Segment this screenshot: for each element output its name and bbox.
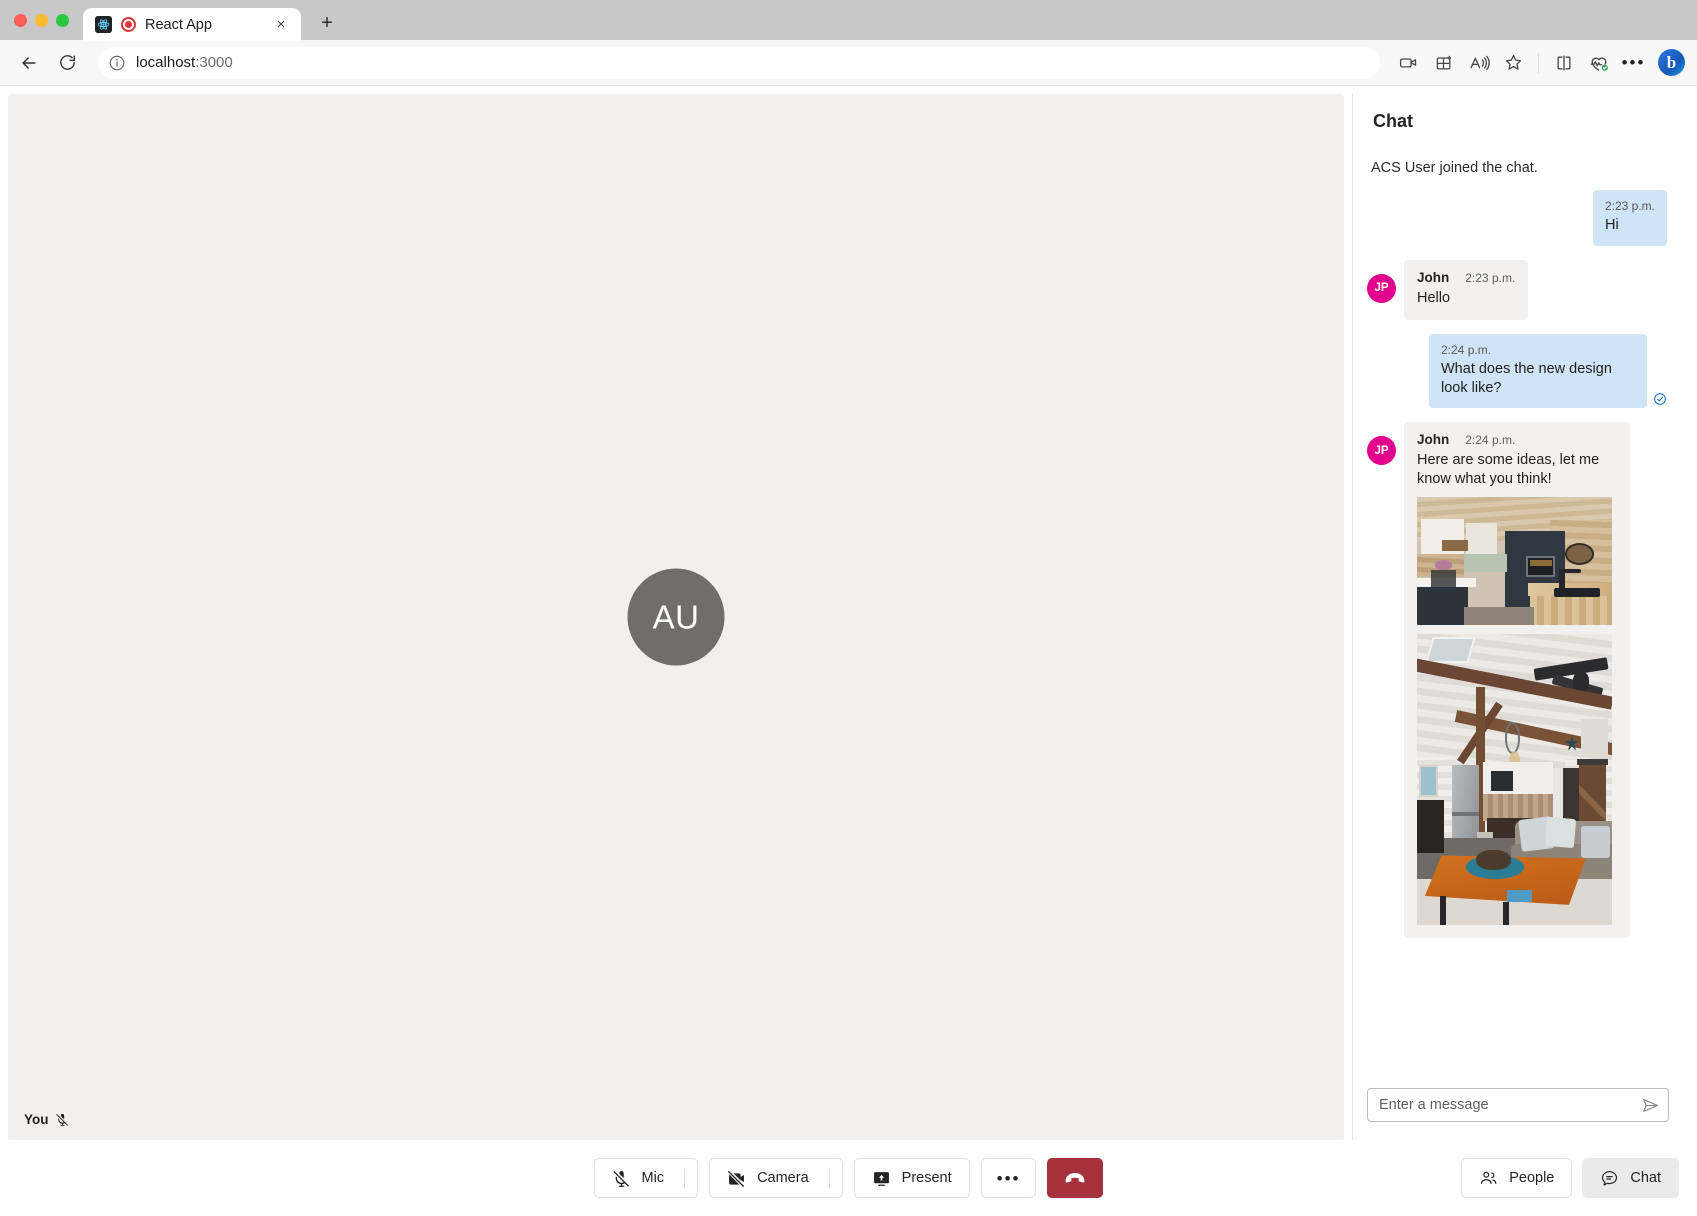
mic-button-label: Mic bbox=[642, 1170, 665, 1186]
browser-window: React App × + localhost:3000 bbox=[0, 0, 1697, 1216]
video-stage: AU You bbox=[8, 94, 1344, 1140]
avatar-initials: AU bbox=[653, 598, 700, 636]
camera-off-icon bbox=[727, 1169, 746, 1188]
chat-button-label: Chat bbox=[1630, 1170, 1661, 1186]
message-text: Hi bbox=[1605, 216, 1655, 235]
browser-titlebar: React App × + bbox=[0, 0, 1697, 40]
copilot-label: b bbox=[1667, 53, 1676, 73]
share-screen-icon bbox=[872, 1169, 891, 1188]
avatar: JP bbox=[1367, 274, 1396, 303]
record-dot-icon bbox=[121, 17, 136, 32]
message-input-wrapper[interactable] bbox=[1367, 1088, 1669, 1122]
mic-button-divider bbox=[684, 1169, 685, 1188]
message-meta: John 2:23 p.m. bbox=[1417, 270, 1515, 285]
message-row-incoming: JP John 2:23 p.m. Hello bbox=[1367, 260, 1667, 321]
message-sender: John bbox=[1417, 432, 1449, 447]
message-bubble[interactable]: John 2:24 p.m. Here are some ideas, let … bbox=[1404, 422, 1630, 938]
chat-composer bbox=[1353, 1078, 1689, 1140]
message-meta: John 2:24 p.m. bbox=[1417, 432, 1617, 447]
call-composite: AU You Chat ACS User joined the chat. bbox=[0, 86, 1697, 1140]
end-call-button[interactable] bbox=[1047, 1158, 1103, 1198]
avatar: JP bbox=[1367, 436, 1396, 465]
message-thread[interactable]: ACS User joined the chat. 2:23 p.m. Hi J… bbox=[1353, 138, 1689, 1078]
minimize-window-button[interactable] bbox=[35, 14, 48, 27]
message-text: Here are some ideas, let me know what yo… bbox=[1417, 451, 1617, 488]
browser-toolbar: localhost:3000 bbox=[0, 40, 1697, 86]
url-host: localhost bbox=[136, 54, 195, 71]
message-row-outgoing: 2:24 p.m. What does the new design look … bbox=[1367, 334, 1667, 408]
present-button[interactable]: Present bbox=[854, 1158, 970, 1198]
message-bubble[interactable]: 2:24 p.m. What does the new design look … bbox=[1429, 334, 1647, 408]
window-traffic-lights bbox=[14, 0, 83, 40]
message-bubble[interactable]: John 2:23 p.m. Hello bbox=[1404, 260, 1528, 321]
people-icon bbox=[1479, 1169, 1498, 1188]
avatar-initials: JP bbox=[1374, 282, 1388, 294]
read-aloud-icon[interactable] bbox=[1462, 46, 1495, 79]
message-text: Hello bbox=[1417, 289, 1515, 308]
modern-kitchen-photo[interactable] bbox=[1417, 497, 1612, 625]
avatar-initials: JP bbox=[1374, 445, 1388, 457]
camera-button[interactable]: Camera bbox=[709, 1158, 843, 1198]
chat-panel: Chat ACS User joined the chat. 2:23 p.m.… bbox=[1352, 94, 1689, 1140]
performance-heart-icon[interactable] bbox=[1582, 46, 1615, 79]
toolbar-divider bbox=[1538, 53, 1539, 73]
system-message: ACS User joined the chat. bbox=[1367, 160, 1667, 176]
message-text: What does the new design look like? bbox=[1441, 360, 1635, 397]
more-options-button[interactable]: ••• bbox=[981, 1158, 1037, 1198]
end-call-icon bbox=[1063, 1166, 1087, 1190]
message-timestamp: 2:24 p.m. bbox=[1441, 343, 1635, 357]
secondary-controls: People Chat bbox=[1461, 1158, 1679, 1198]
address-bar-url: localhost:3000 bbox=[136, 54, 233, 71]
call-control-bar: Mic Camera bbox=[0, 1140, 1697, 1216]
primary-controls: Mic Camera bbox=[594, 1158, 1104, 1198]
copilot-button[interactable]: b bbox=[1658, 49, 1685, 76]
page-content: AU You Chat ACS User joined the chat. bbox=[0, 86, 1697, 1216]
chat-panel-title: Chat bbox=[1353, 94, 1689, 138]
collections-add-icon[interactable] bbox=[1427, 46, 1460, 79]
url-port: :3000 bbox=[195, 54, 233, 71]
message-bubble[interactable]: 2:23 p.m. Hi bbox=[1593, 190, 1667, 246]
back-arrow-icon[interactable] bbox=[12, 46, 46, 80]
close-icon[interactable]: × bbox=[271, 15, 291, 35]
message-timestamp: 2:23 p.m. bbox=[1605, 199, 1655, 213]
message-sender: John bbox=[1417, 270, 1449, 285]
chat-bubble-icon bbox=[1600, 1169, 1619, 1188]
screen-record-icon[interactable] bbox=[1392, 46, 1425, 79]
camera-button-divider bbox=[829, 1169, 830, 1188]
mic-off-icon bbox=[55, 1112, 70, 1127]
more-options-icon[interactable]: ••• bbox=[1617, 46, 1650, 79]
tab-title: React App bbox=[145, 17, 262, 33]
message-timestamp: 2:24 p.m. bbox=[1465, 433, 1515, 447]
send-icon[interactable] bbox=[1641, 1096, 1660, 1115]
remote-participant-avatar: AU bbox=[628, 569, 725, 666]
favorites-star-icon[interactable] bbox=[1497, 46, 1530, 79]
new-tab-button[interactable]: + bbox=[313, 9, 341, 37]
toolbar-icon-group: ••• b bbox=[1392, 46, 1685, 79]
mic-button[interactable]: Mic bbox=[594, 1158, 699, 1198]
local-participant-name: You bbox=[24, 1112, 49, 1127]
reload-icon[interactable] bbox=[50, 46, 84, 80]
split-screen-icon[interactable] bbox=[1547, 46, 1580, 79]
address-bar[interactable]: localhost:3000 bbox=[98, 47, 1380, 79]
message-row-outgoing: 2:23 p.m. Hi bbox=[1367, 190, 1667, 246]
people-button[interactable]: People bbox=[1461, 1158, 1572, 1198]
message-timestamp: 2:23 p.m. bbox=[1465, 271, 1515, 285]
camera-button-label: Camera bbox=[757, 1170, 809, 1186]
message-row-incoming: JP John 2:24 p.m. Here are some ideas, l… bbox=[1367, 422, 1667, 938]
chat-button[interactable]: Chat bbox=[1582, 1158, 1679, 1198]
check-circle-icon bbox=[1653, 392, 1667, 406]
info-circle-icon[interactable] bbox=[108, 54, 126, 72]
present-button-label: Present bbox=[902, 1170, 952, 1186]
local-participant-label: You bbox=[24, 1112, 70, 1127]
browser-tab[interactable]: React App × bbox=[83, 8, 301, 41]
close-window-button[interactable] bbox=[14, 14, 27, 27]
react-logo-icon bbox=[95, 16, 112, 33]
more-options-icon: ••• bbox=[997, 1170, 1021, 1187]
mic-off-icon bbox=[612, 1169, 631, 1188]
maximize-window-button[interactable] bbox=[56, 14, 69, 27]
vaulted-living-room-photo[interactable] bbox=[1417, 634, 1612, 925]
message-input[interactable] bbox=[1379, 1097, 1635, 1113]
people-button-label: People bbox=[1509, 1170, 1554, 1186]
